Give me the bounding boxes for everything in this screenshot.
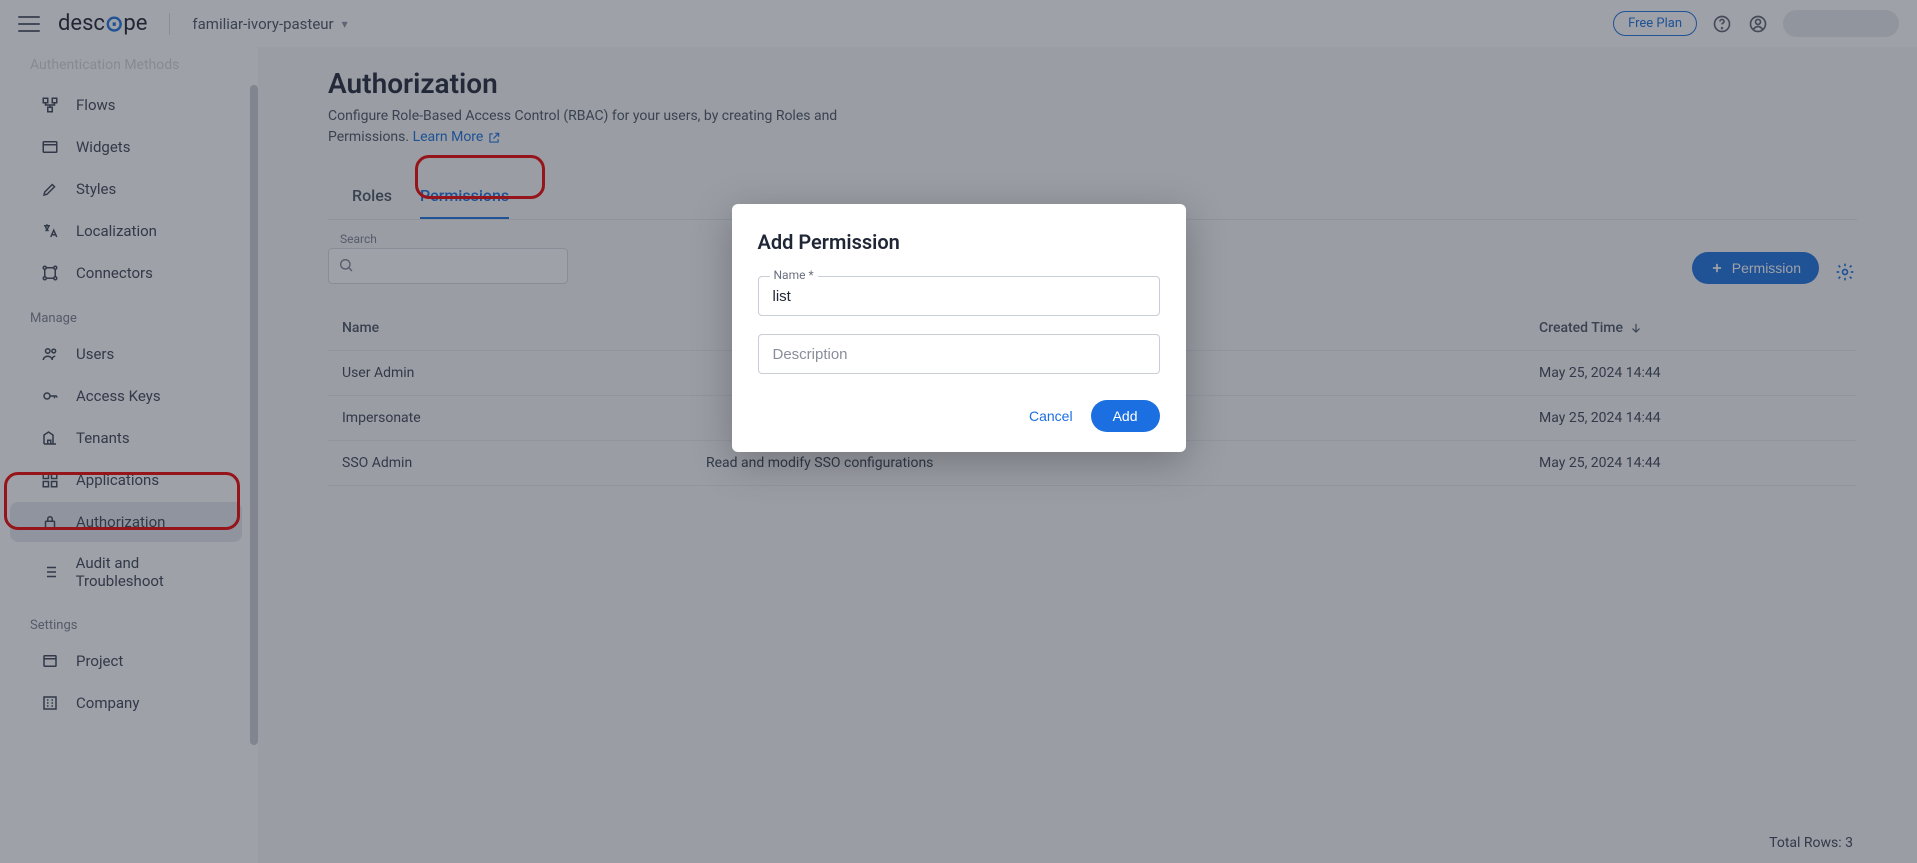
description-field[interactable] [758, 334, 1160, 374]
modal-overlay[interactable]: Add Permission Name * Cancel Add [0, 0, 1917, 863]
add-permission-modal: Add Permission Name * Cancel Add [732, 204, 1186, 452]
name-field-label: Name * [770, 268, 818, 282]
cancel-button[interactable]: Cancel [1029, 408, 1073, 424]
modal-title: Add Permission [758, 230, 1160, 254]
name-field[interactable] [758, 276, 1160, 316]
add-button[interactable]: Add [1091, 400, 1160, 432]
